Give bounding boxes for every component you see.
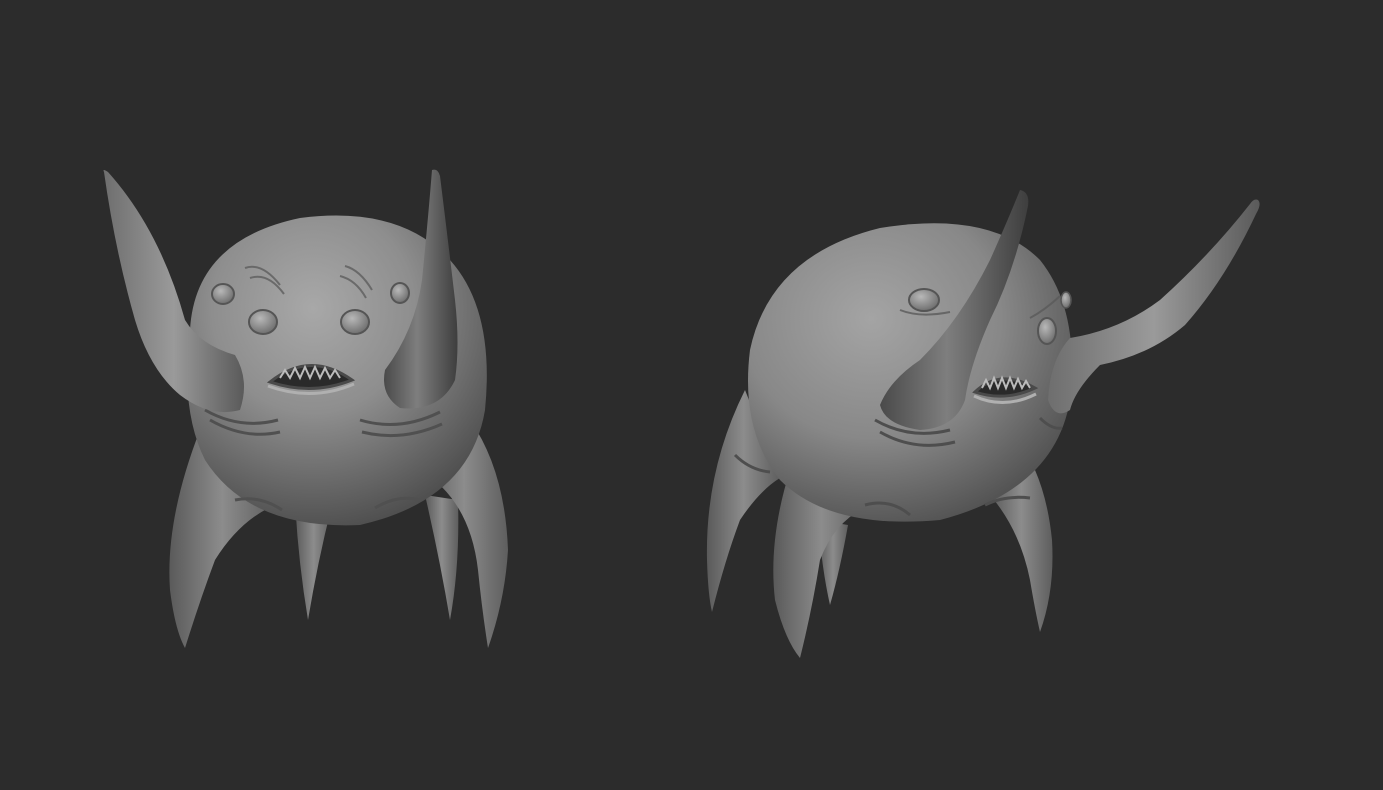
eye-right-upper	[390, 282, 410, 304]
creature-three-quarter-view	[706, 190, 1260, 658]
eye-left	[908, 288, 940, 312]
eye-right-upper	[1060, 291, 1072, 309]
horn-right	[1048, 199, 1260, 414]
eye-right	[1037, 317, 1057, 345]
render-canvas	[103, 169, 1260, 658]
creature-front-view	[103, 169, 508, 648]
leg-back-right	[425, 495, 459, 620]
eye-left	[248, 309, 278, 335]
eye-right	[340, 309, 370, 335]
eye-left-upper	[211, 283, 235, 305]
sculpt-viewport[interactable]	[0, 0, 1383, 790]
